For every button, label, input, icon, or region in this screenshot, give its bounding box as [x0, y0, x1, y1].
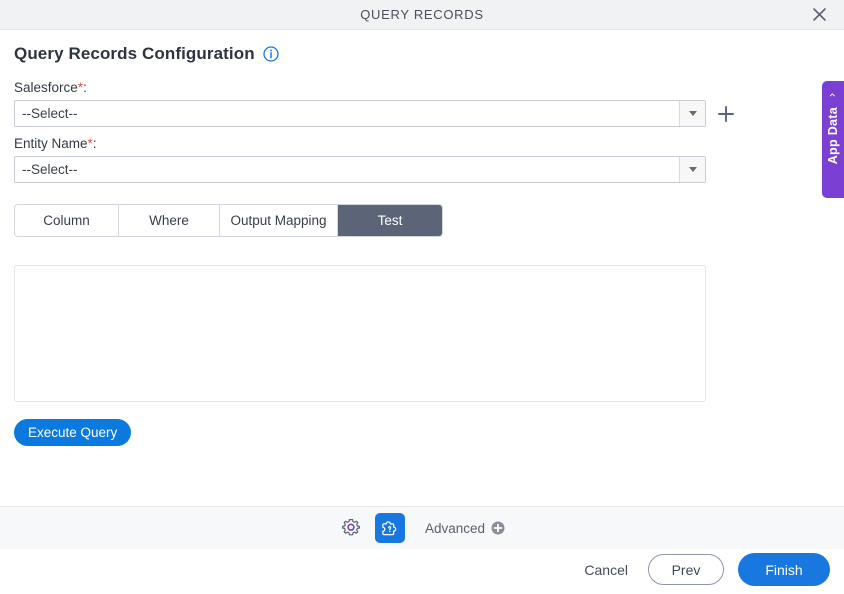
entity-name-label-colon: : — [92, 136, 97, 151]
tab-column[interactable]: Column — [15, 205, 119, 236]
configuration-tabs: Column Where Output Mapping Test — [14, 204, 443, 237]
close-icon[interactable] — [806, 2, 832, 28]
advanced-toggle[interactable]: Advanced — [425, 521, 505, 536]
info-icon[interactable] — [263, 46, 279, 62]
add-salesforce-plus-icon[interactable] — [716, 104, 736, 124]
puzzle-question-icon[interactable] — [374, 513, 405, 543]
entity-name-select[interactable]: --Select-- — [14, 156, 706, 183]
tab-output-mapping[interactable]: Output Mapping — [220, 205, 338, 236]
gear-icon[interactable] — [339, 516, 363, 540]
salesforce-select-value: --Select-- — [22, 106, 78, 121]
execute-query-button[interactable]: Execute Query — [14, 419, 132, 446]
tab-test[interactable]: Test — [338, 205, 442, 236]
tab-where[interactable]: Where — [119, 205, 220, 236]
plus-circle-icon[interactable] — [491, 521, 505, 535]
page-title-row: Query Records Configuration — [14, 44, 828, 64]
salesforce-field-row: --Select-- — [14, 100, 828, 127]
app-data-panel-toggle[interactable]: ‹ App Data — [822, 81, 844, 198]
dialog-actions: Cancel Prev Finish — [578, 553, 830, 586]
salesforce-label-colon: : — [83, 80, 87, 95]
page-title: Query Records Configuration — [14, 44, 255, 63]
app-data-label: App Data — [826, 107, 840, 165]
salesforce-select[interactable]: --Select-- — [14, 100, 706, 127]
entity-name-label-text: Entity Name — [14, 136, 88, 151]
entity-name-field-row: --Select-- — [14, 156, 828, 183]
entity-name-select-value: --Select-- — [22, 162, 78, 177]
chevron-left-icon: ‹ — [826, 93, 840, 97]
query-result-textarea[interactable] — [14, 265, 706, 402]
dialog-content: Query Records Configuration Salesforce*:… — [0, 30, 844, 492]
chevron-down-icon[interactable] — [679, 157, 705, 182]
window-titlebar: QUERY RECORDS — [0, 0, 844, 30]
cancel-button[interactable]: Cancel — [578, 562, 634, 578]
prev-button[interactable]: Prev — [648, 554, 724, 585]
salesforce-field-label: Salesforce*: — [14, 80, 828, 95]
entity-name-field-label: Entity Name*: — [14, 136, 828, 151]
advanced-label: Advanced — [424, 520, 486, 536]
window-title: QUERY RECORDS — [360, 7, 484, 22]
chevron-down-icon[interactable] — [679, 101, 705, 126]
finish-button[interactable]: Finish — [738, 553, 830, 586]
salesforce-label-text: Salesforce — [14, 80, 78, 95]
footer-toolbar: Advanced — [0, 506, 844, 549]
